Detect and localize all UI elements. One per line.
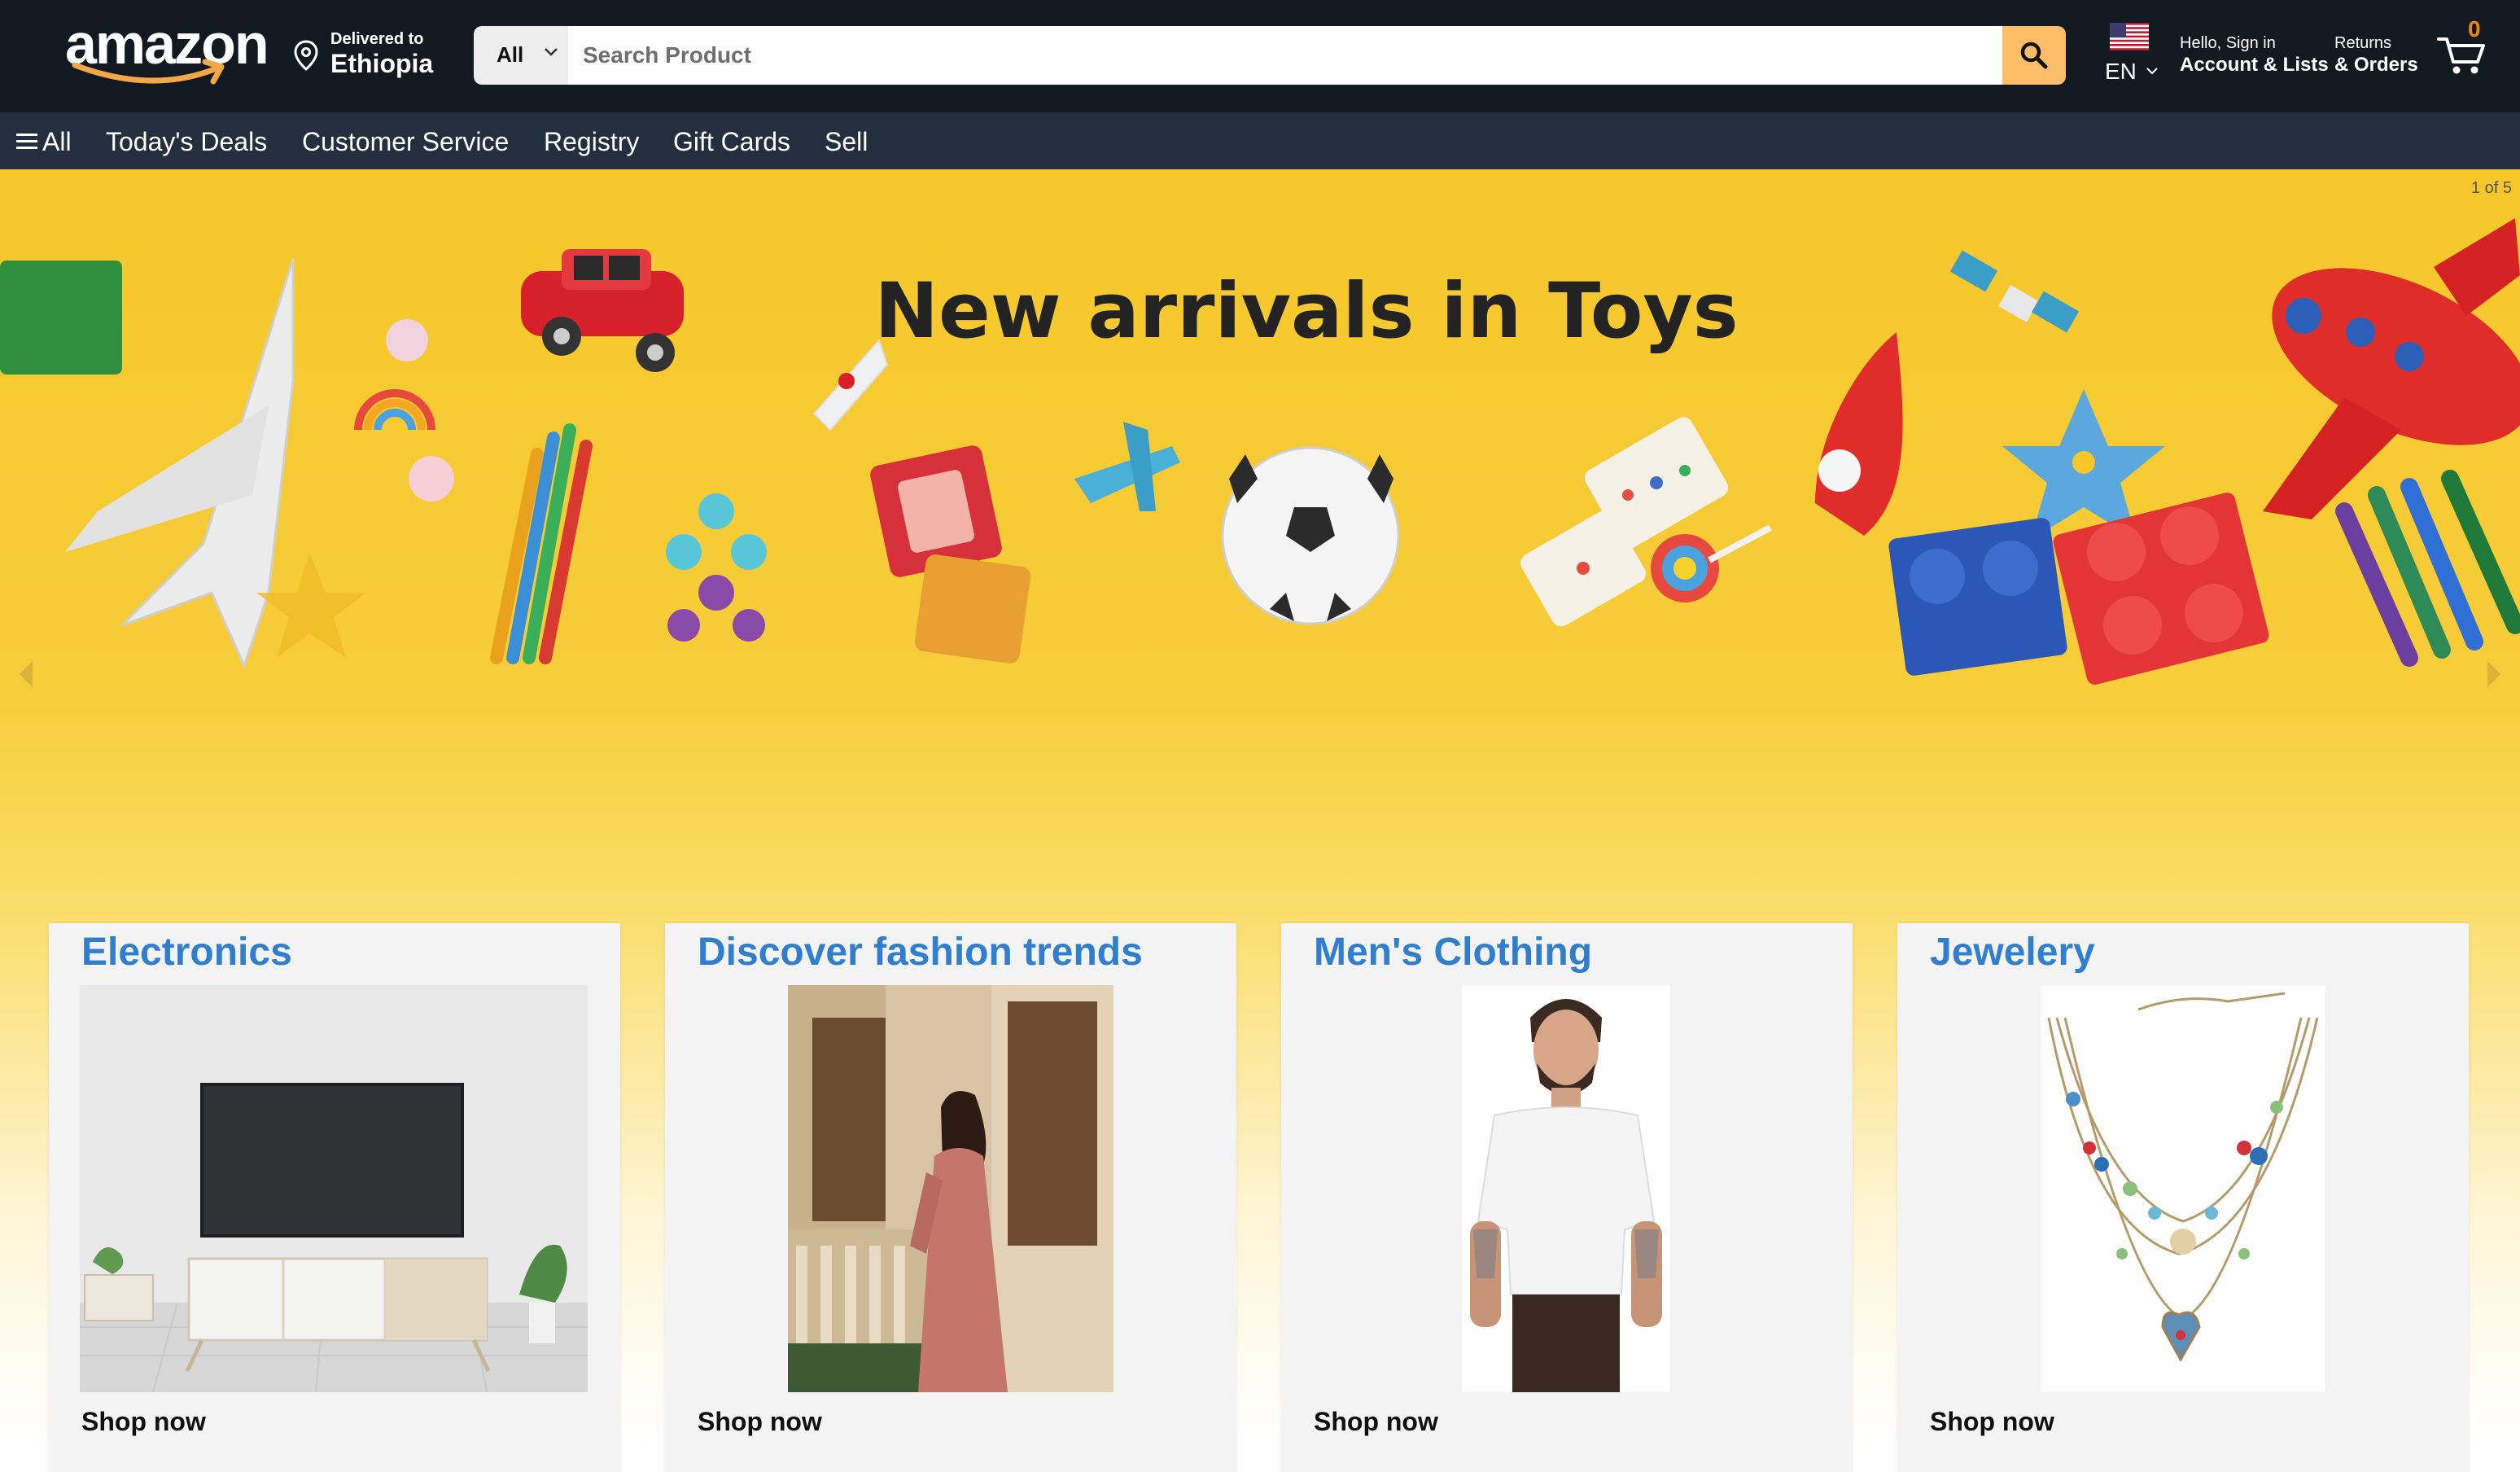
fashion-image[interactable] bbox=[788, 985, 1113, 1392]
cart-icon bbox=[2437, 37, 2485, 74]
category-card-mens-clothing[interactable]: Men's Clothing Shop now bbox=[1281, 923, 1853, 1472]
language-code: EN bbox=[2105, 59, 2137, 84]
electronics-image[interactable] bbox=[80, 985, 588, 1392]
returns-and-orders[interactable]: Returns & Orders bbox=[2334, 33, 2424, 81]
card-title: Men's Clothing bbox=[1314, 931, 1593, 974]
chevron-down-icon bbox=[545, 48, 558, 56]
nav-item-customer-service[interactable]: Customer Service bbox=[302, 127, 509, 157]
card-title: Jewelery bbox=[1930, 931, 2095, 974]
shop-now-link[interactable]: Shop now bbox=[698, 1407, 822, 1437]
chevron-down-icon bbox=[2146, 68, 2158, 75]
card-title: Discover fashion trends bbox=[698, 931, 1143, 974]
hero-slide-counter: 1 of 5 bbox=[2470, 179, 2512, 197]
deliver-to[interactable]: Delivered to Ethiopia bbox=[293, 28, 440, 85]
category-card-jewelery[interactable]: Jewelery Shop now bbox=[1897, 923, 2469, 1472]
search-category-select[interactable]: All bbox=[474, 26, 568, 85]
logo-smile-icon bbox=[72, 59, 225, 85]
location-pin-icon bbox=[294, 40, 318, 71]
us-flag-icon bbox=[2110, 23, 2149, 50]
nav-item-registry[interactable]: Registry bbox=[544, 127, 639, 157]
cart-button[interactable]: 0 bbox=[2434, 16, 2496, 81]
jewelery-image[interactable] bbox=[2041, 985, 2325, 1392]
chevron-right-icon[interactable] bbox=[2484, 658, 2505, 690]
orders-label: & Orders bbox=[2334, 54, 2418, 76]
chevron-left-icon[interactable] bbox=[15, 658, 36, 690]
top-header: amazon Delivered to Ethiopia All Search … bbox=[0, 0, 2520, 112]
search-button[interactable] bbox=[2002, 26, 2066, 85]
account-and-lists[interactable]: Hello, Sign in Account & Lists bbox=[2180, 33, 2329, 81]
deliver-label: Delivered to bbox=[330, 30, 424, 48]
returns-label: Returns bbox=[2334, 34, 2392, 52]
account-label: Account & Lists bbox=[2180, 54, 2329, 76]
language-selector[interactable]: EN bbox=[2102, 21, 2160, 90]
deliver-location: Ethiopia bbox=[330, 49, 434, 78]
hero-title: New arrivals in Toys bbox=[874, 267, 1739, 356]
search-input[interactable] bbox=[568, 26, 2002, 85]
hamburger-icon bbox=[16, 134, 37, 149]
category-card-fashion[interactable]: Discover fashion trends Shop now bbox=[665, 923, 1236, 1472]
search-category-label: All bbox=[497, 42, 524, 67]
nav-item-sell[interactable]: Sell bbox=[825, 127, 868, 157]
search-icon bbox=[2020, 42, 2048, 69]
nav-bar: All Today's Deals Customer Service Regis… bbox=[0, 112, 2520, 169]
toys-banner-illustration bbox=[0, 218, 2520, 685]
nav-item-gift-cards[interactable]: Gift Cards bbox=[673, 127, 790, 157]
nav-item-todays-deals[interactable]: Today's Deals bbox=[106, 127, 267, 157]
nav-all-label: All bbox=[42, 127, 72, 156]
shop-now-link[interactable]: Shop now bbox=[1930, 1407, 2054, 1437]
amazon-logo[interactable]: amazon bbox=[65, 11, 269, 85]
account-greeting: Hello, Sign in bbox=[2180, 34, 2276, 52]
shop-now-link[interactable]: Shop now bbox=[1314, 1407, 1438, 1437]
card-title: Electronics bbox=[81, 931, 292, 974]
category-card-electronics[interactable]: Electronics Shop now bbox=[49, 923, 620, 1472]
mens-clothing-image[interactable] bbox=[1462, 985, 1670, 1392]
shop-now-link[interactable]: Shop now bbox=[81, 1407, 206, 1437]
